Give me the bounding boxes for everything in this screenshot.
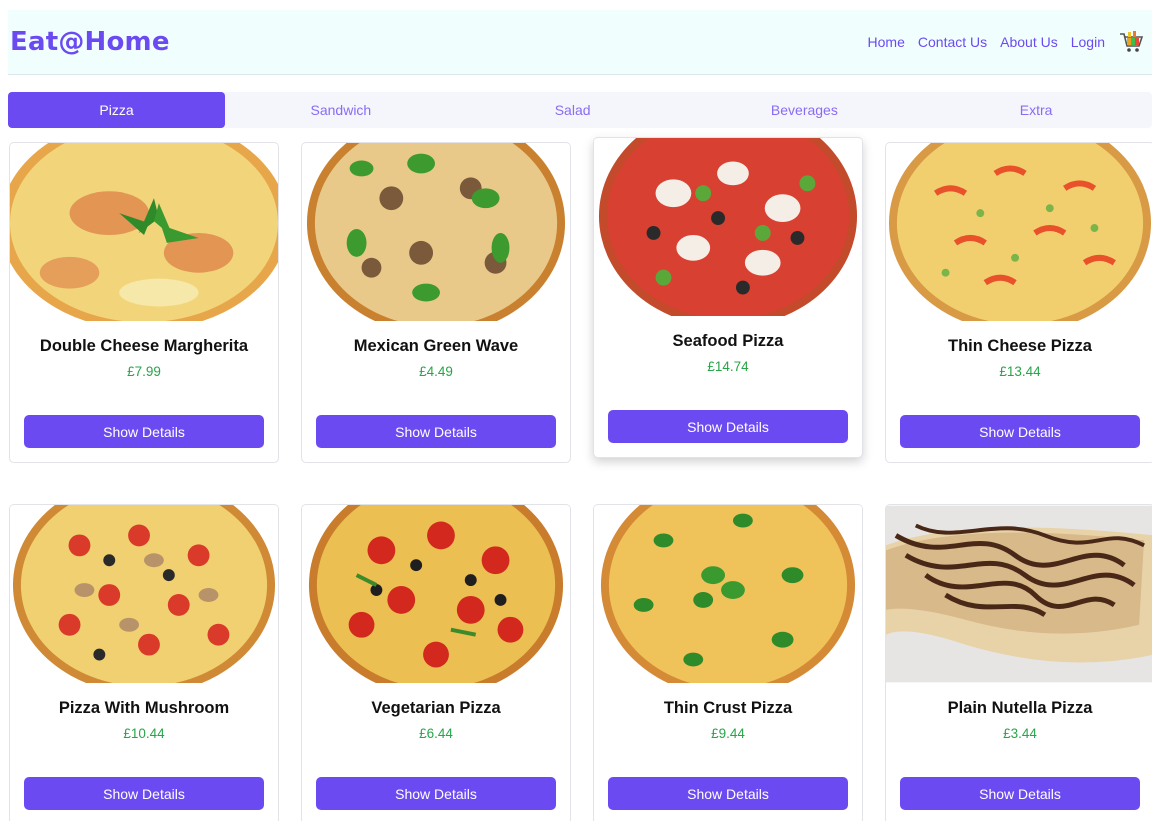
tab-extra[interactable]: Extra (920, 92, 1152, 128)
show-details-button[interactable]: Show Details (608, 410, 848, 443)
product-price: £13.44 (999, 364, 1041, 379)
product-price: £6.44 (419, 726, 453, 741)
pizza-image (10, 143, 278, 321)
nav-home[interactable]: Home (868, 34, 905, 50)
product-name: Vegetarian Pizza (371, 699, 501, 717)
nav-links: Home Contact Us About Us Login (868, 29, 1144, 55)
pizza-image (302, 143, 570, 321)
product-card: Double Cheese Margherita £7.99 Show Deta… (9, 142, 279, 463)
product-name: Plain Nutella Pizza (947, 699, 1093, 717)
product-card: Mexican Green Wave £4.49 Show Details (301, 142, 571, 463)
show-details-button[interactable]: Show Details (900, 415, 1140, 448)
nav-contact-us[interactable]: Contact Us (918, 34, 987, 50)
product-price: £9.44 (711, 726, 745, 741)
product-price: £7.99 (127, 364, 161, 379)
show-details-button[interactable]: Show Details (24, 415, 264, 448)
show-details-button[interactable]: Show Details (316, 415, 556, 448)
pizza-image (10, 505, 278, 683)
product-price: £10.44 (123, 726, 165, 741)
tab-sandwich[interactable]: Sandwich (225, 92, 457, 128)
product-card: Vegetarian Pizza £6.44 Show Details (301, 504, 571, 821)
show-details-button[interactable]: Show Details (900, 777, 1140, 810)
tab-beverages[interactable]: Beverages (689, 92, 921, 128)
nav-login[interactable]: Login (1071, 34, 1105, 50)
product-price: £4.49 (419, 364, 453, 379)
product-card: Pizza With Mushroom £10.44 Show Details (9, 504, 279, 821)
product-name: Pizza With Mushroom (58, 699, 230, 717)
pizza-image (886, 505, 1152, 683)
product-card: Thin Crust Pizza £9.44 Show Details (593, 504, 863, 821)
category-tabs: Pizza Sandwich Salad Beverages Extra (8, 92, 1152, 128)
product-price: £3.44 (1003, 726, 1037, 741)
product-name: Double Cheese Margherita (39, 337, 249, 355)
nav-about-us[interactable]: About Us (1000, 34, 1058, 50)
pizza-image (886, 143, 1152, 321)
product-card: Plain Nutella Pizza £3.44 Show Details (885, 504, 1152, 821)
navbar: Eat@Home Home Contact Us About Us Login (8, 10, 1152, 75)
product-name: Mexican Green Wave (353, 337, 519, 355)
product-name: Thin Cheese Pizza (948, 337, 1092, 355)
pizza-image (594, 138, 862, 316)
show-details-button[interactable]: Show Details (316, 777, 556, 810)
product-name: Seafood Pizza (672, 332, 784, 350)
cart-icon[interactable] (1118, 29, 1144, 55)
product-card: Thin Cheese Pizza £13.44 Show Details (885, 142, 1152, 463)
product-card: Seafood Pizza £14.74 Show Details (593, 137, 863, 458)
product-price: £14.74 (707, 359, 749, 374)
show-details-button[interactable]: Show Details (608, 777, 848, 810)
show-details-button[interactable]: Show Details (24, 777, 264, 810)
tab-salad[interactable]: Salad (457, 92, 689, 128)
pizza-image (594, 505, 862, 683)
tab-pizza[interactable]: Pizza (8, 92, 225, 128)
product-name: Thin Crust Pizza (663, 699, 793, 717)
pizza-image (302, 505, 570, 683)
brand-logo[interactable]: Eat@Home (10, 27, 170, 57)
